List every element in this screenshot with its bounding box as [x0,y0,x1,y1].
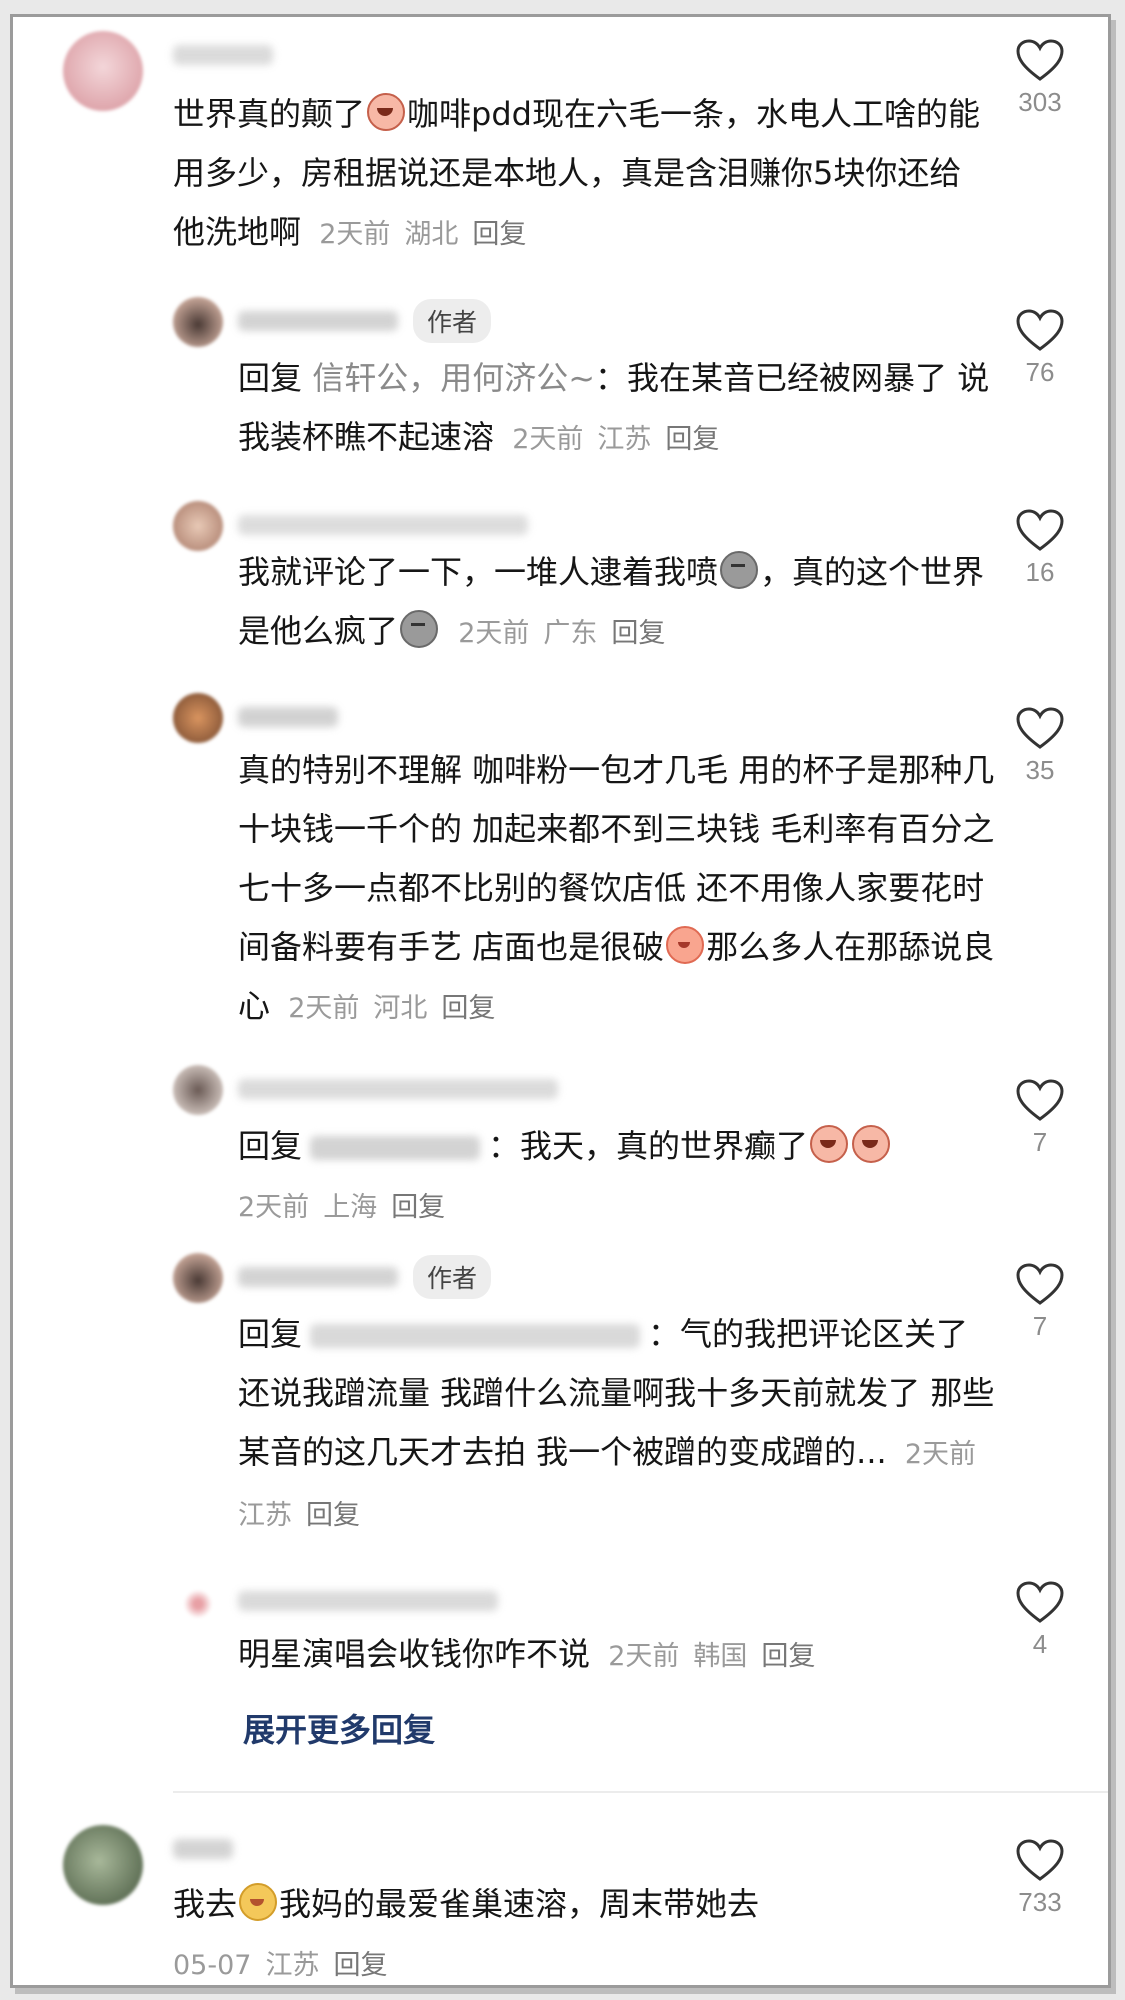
avatar[interactable] [173,1065,223,1115]
like-button[interactable]: 76 [1010,309,1070,388]
like-button[interactable]: 4 [1010,1581,1070,1660]
avatar[interactable] [173,1579,223,1629]
avatar[interactable] [63,1825,143,1905]
like-button[interactable]: 16 [1010,509,1070,588]
like-button[interactable]: 7 [1010,1079,1070,1158]
reply-button[interactable]: 回复 [611,618,665,649]
expand-more-replies-link[interactable]: 展开更多回复 [243,1705,435,1751]
heart-outline-icon [1016,1839,1064,1881]
reply-text: 明星演唱会收钱你咋不说 2天前 韩国 回复 [238,1635,816,1673]
reply-text: 我就评论了一下，一堆人逮着我喷 ，真的这个世界是他么疯了 2天前 广东 回复 [238,551,985,650]
heart-outline-icon [1016,1079,1064,1121]
avatar[interactable] [173,297,223,347]
username-blurred[interactable] [238,1267,398,1287]
reply-button[interactable]: 回复 [472,219,526,250]
comment-text: 我去 我妈的最爱雀巢速溶，周末带她去 05-07 江苏 回复 [173,1883,760,1981]
heart-outline-icon [1016,309,1064,351]
like-button[interactable]: 733 [1010,1839,1070,1918]
reply-target-name[interactable]: 信轩公，用何济公~ [312,359,595,397]
gray-face-emoji-icon [400,610,439,648]
avatar[interactable] [173,501,223,551]
reply-button[interactable]: 回复 [306,1500,360,1531]
crying-emoji-icon [852,1125,891,1163]
comment-meta: 2天前 韩国 [608,1641,748,1672]
reply-text: 回复 ：气的我把评论区关了 还说我蹭流量 我蹭什么流量啊我十多天前就发了 那些某音… [238,1315,995,1531]
comment-meta: 2天前 广东 [458,618,598,649]
reply-target-blurred[interactable] [310,1324,641,1348]
username-blurred[interactable] [173,1839,233,1859]
heart-outline-icon [1016,1263,1064,1305]
reply-button[interactable]: 回复 [391,1192,445,1223]
username-blurred[interactable] [238,707,338,727]
heart-outline-icon [1016,509,1064,551]
comment-meta: 2天前 河北 [288,993,428,1024]
author-badge: 作者 [413,1255,492,1299]
comment-section: 世界真的颠了 咖啡pdd现在六毛一条，水电人工啥的能用多少，房租据说还是本地人，真… [10,14,1111,1988]
heart-outline-icon [1016,707,1064,749]
reply-button[interactable]: 回复 [441,993,495,1024]
author-badge: 作者 [413,299,492,343]
like-count: 733 [1018,1887,1062,1917]
comment-meta: 2天前江苏 [512,424,652,455]
reply-text: 真的特别不理解 咖啡粉一包才几毛 用的杯子是那种几十块钱一千个的 加起来都不到三… [238,751,995,1025]
like-button[interactable]: 303 [1010,39,1070,118]
reply-target-blurred[interactable] [310,1136,481,1160]
username-blurred[interactable] [238,311,398,331]
yellow-face-emoji-icon [239,1883,278,1921]
like-count: 76 [1025,357,1055,387]
reply-text: 回复 ：我天，真的世界癫了 2天前 上海 回复 [238,1117,998,1237]
reply-text: 回复 信轩公，用何济公~：我在某音已经被网暴了 说我装杯瞧不起速溶 2天前 江苏回… [238,359,990,456]
divider [173,1791,1108,1793]
crying-emoji-icon [810,1125,849,1163]
like-count: 4 [1032,1629,1048,1659]
like-count: 7 [1032,1127,1048,1157]
comment-meta: 2天前 湖北 [319,219,459,250]
comment-text: 世界真的颠了 咖啡pdd现在六毛一条，水电人工啥的能用多少，房租据说还是本地人，真… [173,93,980,251]
peach-face-emoji-icon [666,926,705,964]
reply-button[interactable]: 回复 [761,1641,815,1672]
reply-button[interactable]: 回复 [665,424,719,455]
avatar[interactable] [173,693,223,743]
like-count: 303 [1018,87,1062,117]
username-blurred[interactable] [238,1079,558,1099]
gray-face-emoji-icon [720,551,759,589]
avatar[interactable] [173,1253,223,1303]
username-blurred[interactable] [238,1591,498,1611]
like-count: 16 [1025,557,1055,587]
crying-emoji-icon [367,93,406,131]
username-blurred[interactable] [238,515,528,535]
comment-meta: 05-07 江苏 [173,1950,320,1981]
heart-outline-icon [1016,39,1064,81]
heart-outline-icon [1016,1581,1064,1623]
like-count: 35 [1025,755,1055,785]
like-count: 7 [1032,1311,1048,1341]
reply-button[interactable]: 回复 [333,1950,387,1981]
username-blurred[interactable] [173,45,273,65]
like-button[interactable]: 35 [1010,707,1070,786]
like-button[interactable]: 7 [1010,1263,1070,1342]
avatar[interactable] [63,31,143,111]
comment-meta: 2天前 上海 [238,1192,378,1223]
